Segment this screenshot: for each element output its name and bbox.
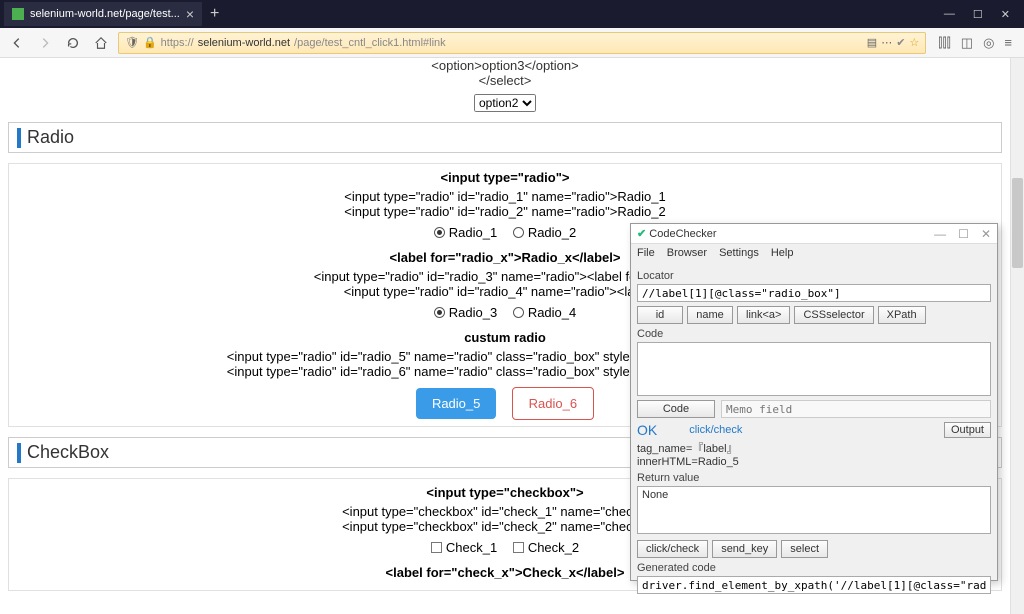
inner-line: innerHTML=Radio_5 <box>637 456 991 468</box>
section-radio: Radio <box>8 122 1002 153</box>
tag-line: tag_name=『label』 <box>637 440 991 456</box>
minimize-icon[interactable]: — <box>944 8 955 21</box>
btn-select[interactable]: select <box>781 540 828 558</box>
radio-1[interactable]: Radio_1 <box>434 225 497 240</box>
code-label: Code <box>637 328 991 340</box>
btn-id[interactable]: id <box>637 306 683 324</box>
radio-2[interactable]: Radio_2 <box>513 225 576 240</box>
menu-settings[interactable]: Settings <box>719 247 759 259</box>
codechecker-dialog: ✔ CodeChecker — ☐ ✕ File Browser Setting… <box>630 223 998 581</box>
dialog-maximize-icon[interactable]: ☐ <box>958 227 969 241</box>
reader-icon[interactable]: ▤ <box>867 36 877 49</box>
star-icon[interactable]: ☆ <box>909 36 919 49</box>
return-label: Return value <box>637 472 991 484</box>
btn-xpath[interactable]: XPath <box>878 306 926 324</box>
radio-icon <box>434 227 445 238</box>
browser-titlebar: selenium-world.net/page/test... × + — ☐ … <box>0 0 1024 28</box>
app-icon: ✔ <box>637 228 646 240</box>
section-accent-bar <box>17 443 21 463</box>
code-line: <option>option3</option> <box>8 58 1002 73</box>
code-line: <input type="radio" id="radio_1" name="r… <box>9 189 1001 204</box>
url-path: /page/test_cntl_click1.html#link <box>294 37 446 49</box>
browser-tab[interactable]: selenium-world.net/page/test... × <box>4 2 202 26</box>
radio-3[interactable]: Radio_3 <box>434 305 497 320</box>
ok-status: OK <box>637 422 657 438</box>
new-tab-button[interactable]: + <box>202 5 227 23</box>
radio-icon <box>513 227 524 238</box>
radio-6-button[interactable]: Radio_6 <box>512 387 594 420</box>
address-bar: 🛡 🔒 https:// selenium-world.net/page/test… <box>0 28 1024 58</box>
checkbox-icon <box>513 542 524 553</box>
code-button[interactable]: Code <box>637 400 715 418</box>
locator-input[interactable] <box>637 284 991 302</box>
reload-button[interactable] <box>62 32 84 54</box>
tab-favicon <box>12 8 24 20</box>
sidebar-icon[interactable]: ◫ <box>961 35 973 51</box>
btn-clickcheck[interactable]: click/check <box>637 540 708 558</box>
shield-icon: 🛡 <box>125 36 139 49</box>
btn-css[interactable]: CSSselector <box>794 306 873 324</box>
radio-4[interactable]: Radio_4 <box>513 305 576 320</box>
menu-file[interactable]: File <box>637 247 655 259</box>
forward-button[interactable] <box>34 32 56 54</box>
check-1[interactable]: Check_1 <box>431 540 497 555</box>
close-tab-icon[interactable]: × <box>186 6 194 22</box>
account-icon[interactable]: ◎ <box>983 35 994 51</box>
generated-code-input[interactable] <box>637 576 991 594</box>
block-caption: <input type="radio"> <box>9 170 1001 185</box>
scrollbar[interactable] <box>1010 58 1024 614</box>
dialog-titlebar[interactable]: ✔ CodeChecker — ☐ ✕ <box>631 224 997 244</box>
menu-browser[interactable]: Browser <box>667 247 707 259</box>
section-accent-bar <box>17 128 21 148</box>
menu-help[interactable]: Help <box>771 247 794 259</box>
url-protocol: https:// <box>161 37 194 49</box>
pocket-icon[interactable]: ✔ <box>896 36 905 49</box>
code-textarea[interactable] <box>637 342 991 396</box>
code-line: </select> <box>8 73 1002 88</box>
url-domain: selenium-world.net <box>198 37 290 49</box>
lock-icon: 🔒 <box>143 36 157 49</box>
btn-link[interactable]: link<a> <box>737 306 790 324</box>
checkbox-icon <box>431 542 442 553</box>
radio-5-button[interactable]: Radio_5 <box>416 388 496 419</box>
back-button[interactable] <box>6 32 28 54</box>
output-button[interactable]: Output <box>944 422 991 438</box>
dialog-title: CodeChecker <box>649 228 716 240</box>
radio-icon <box>434 307 445 318</box>
btn-sendkey[interactable]: send_key <box>712 540 777 558</box>
library-icon[interactable]: ⫿⫿⫿ <box>938 35 950 51</box>
close-window-icon[interactable]: ✕ <box>1001 8 1010 21</box>
url-field[interactable]: 🛡 🔒 https:// selenium-world.net/page/test… <box>118 32 926 54</box>
section-title: CheckBox <box>27 442 109 463</box>
scrollbar-thumb[interactable] <box>1012 178 1023 268</box>
code-line: <input type="radio" id="radio_2" name="r… <box>9 204 1001 219</box>
url-menu-icon[interactable]: ⋯ <box>881 36 892 49</box>
dialog-close-icon[interactable]: ✕ <box>981 227 991 241</box>
locator-label: Locator <box>637 270 991 282</box>
tab-title: selenium-world.net/page/test... <box>30 8 180 20</box>
dialog-minimize-icon[interactable]: — <box>934 227 946 241</box>
select-option2[interactable]: option2 <box>474 94 536 112</box>
dialog-menu: File Browser Settings Help <box>631 244 997 262</box>
return-value-box: None <box>637 486 991 534</box>
menu-icon[interactable]: ≡ <box>1004 35 1012 50</box>
radio-icon <box>513 307 524 318</box>
clickcheck-link[interactable]: click/check <box>689 424 742 436</box>
generated-label: Generated code <box>637 562 991 574</box>
section-title: Radio <box>27 127 74 148</box>
home-button[interactable] <box>90 32 112 54</box>
memo-field[interactable] <box>721 400 991 418</box>
maximize-icon[interactable]: ☐ <box>973 8 983 21</box>
btn-name[interactable]: name <box>687 306 733 324</box>
check-2[interactable]: Check_2 <box>513 540 579 555</box>
